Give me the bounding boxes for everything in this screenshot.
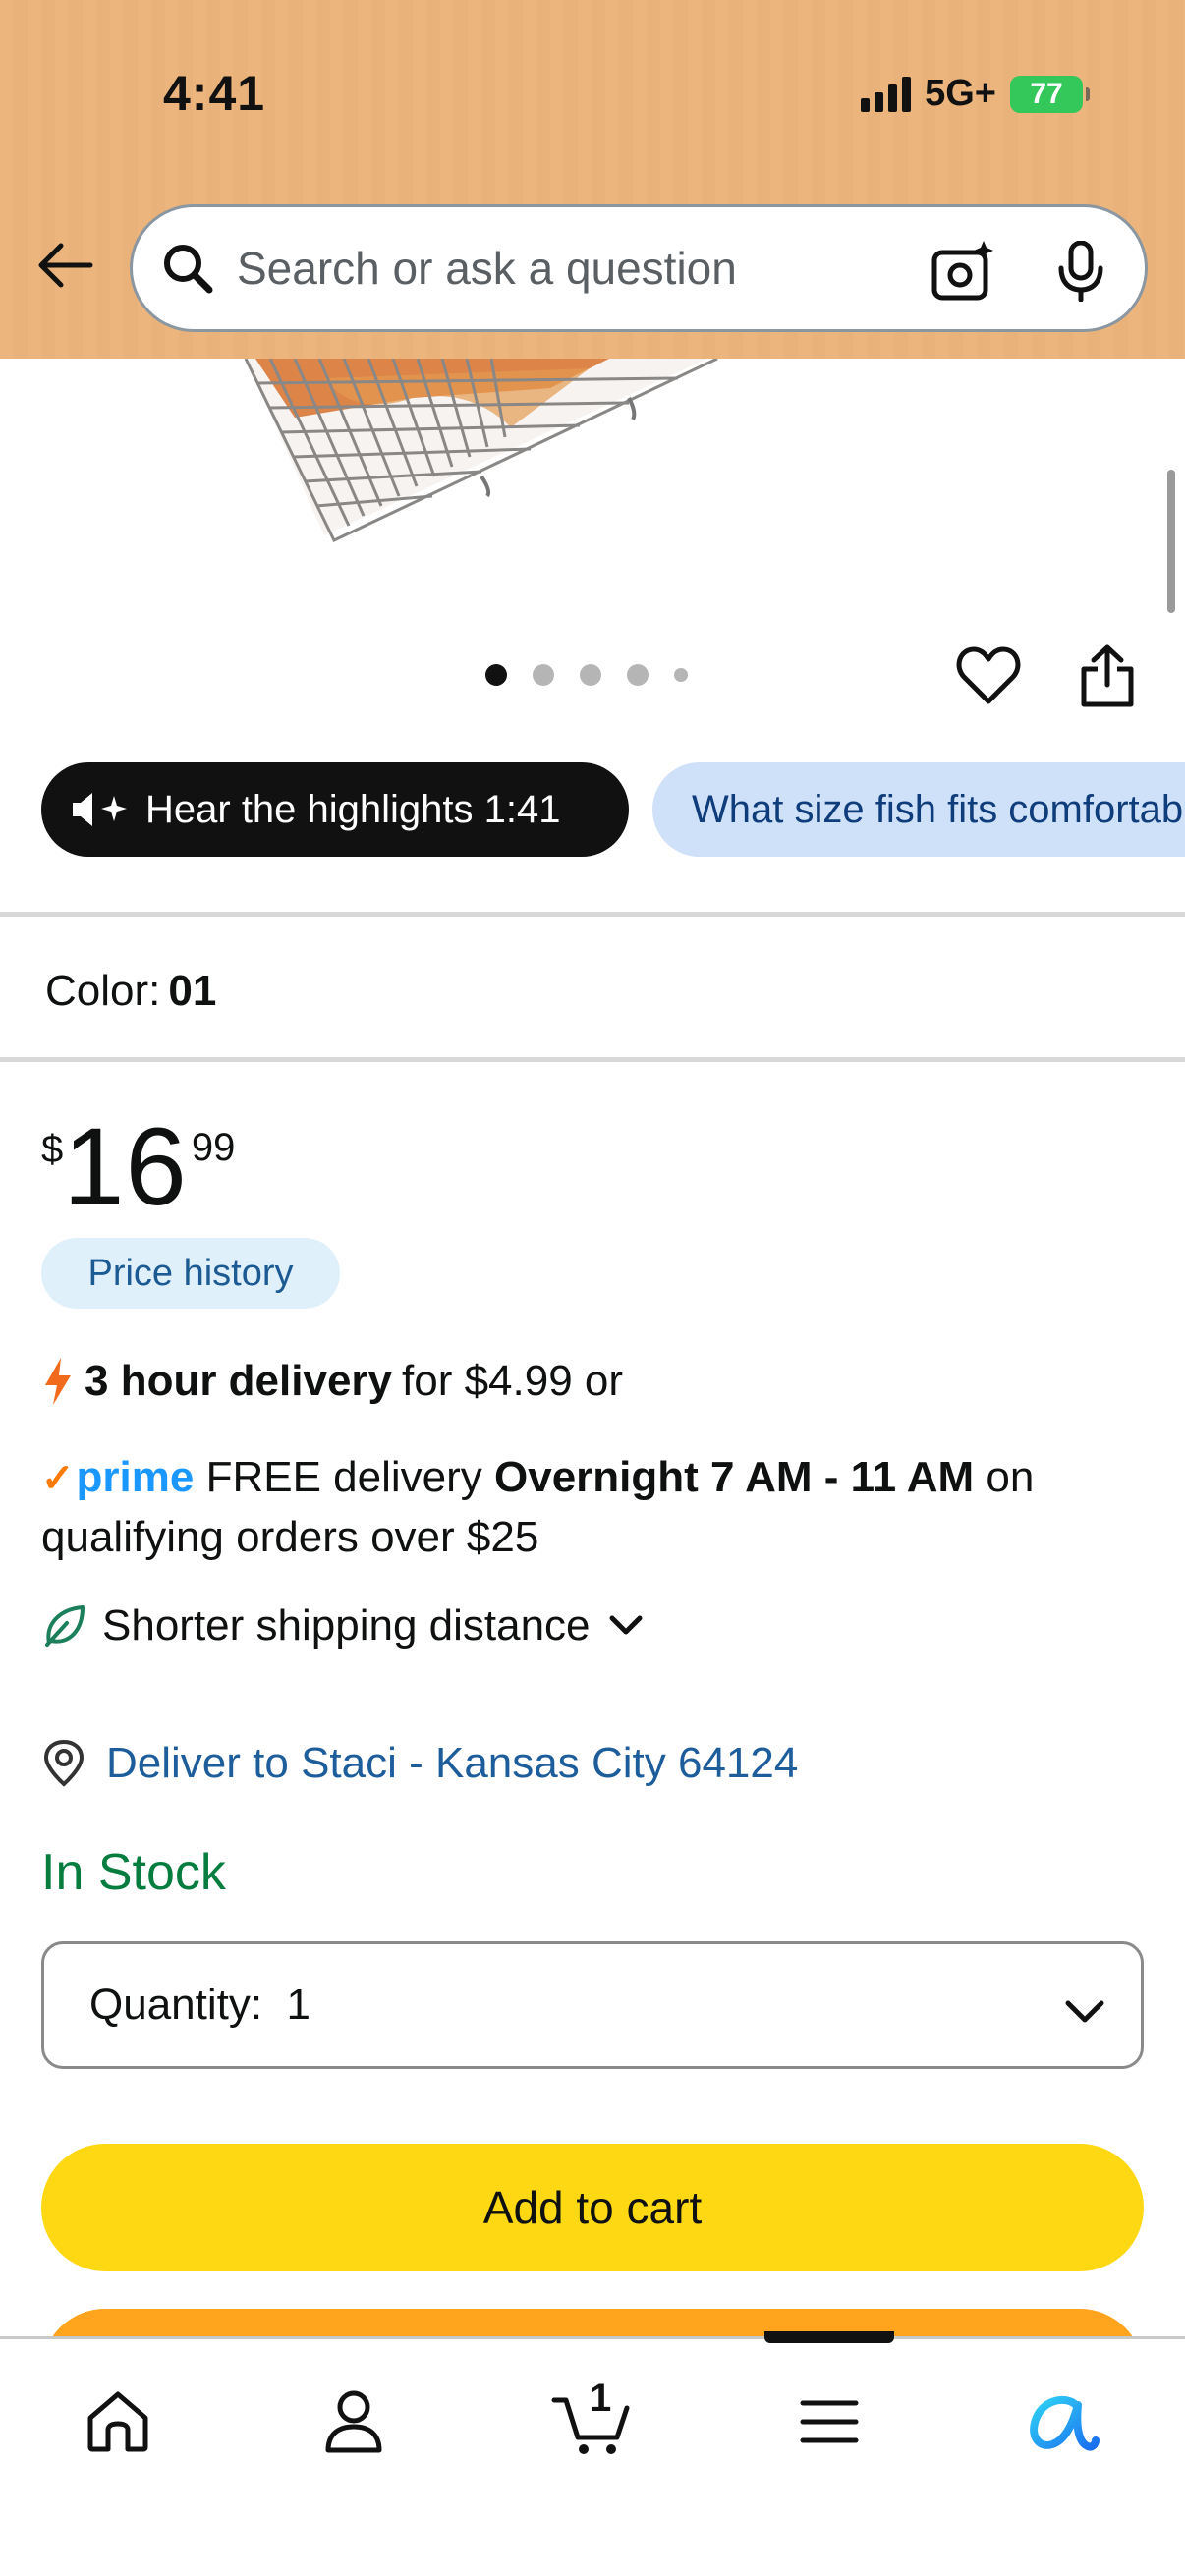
divider <box>0 912 1185 917</box>
search-bar[interactable] <box>130 204 1148 332</box>
menu-icon <box>800 2400 859 2443</box>
heart-icon <box>956 646 1021 704</box>
prime-delivery-text: FREE delivery <box>205 1453 482 1501</box>
stock-status: In Stock <box>41 1844 226 1901</box>
highlights-chips: Hear the highlights 1:41 What size fish … <box>41 762 1185 859</box>
status-indicators: 5G+ 77 <box>861 73 1090 115</box>
image-dot[interactable] <box>674 668 688 682</box>
nav-account[interactable] <box>307 2375 401 2469</box>
chevron-down-icon <box>1064 1988 1105 2037</box>
prime-delivery-info: ✓ prime FREE delivery Overnight 7 AM - 11… <box>41 1448 1152 1567</box>
scrollbar[interactable] <box>1167 470 1175 613</box>
prime-logo-text: prime <box>76 1453 195 1501</box>
fast-delivery-title: 3 hour delivery <box>85 1357 393 1405</box>
share-icon <box>1081 644 1134 707</box>
product-image[interactable] <box>0 359 1185 594</box>
price-whole: 16 <box>63 1105 188 1228</box>
price-history-label: Price history <box>87 1252 294 1294</box>
shipping-distance-toggle[interactable]: Shorter shipping distance <box>41 1601 644 1651</box>
price-fraction: 99 <box>191 1126 236 1169</box>
camera-sparkle-icon <box>931 241 993 301</box>
search-icon <box>158 239 217 298</box>
image-pagination[interactable] <box>485 664 688 686</box>
location-pin-icon <box>41 1739 86 1788</box>
ai-assistant-icon <box>1030 2395 1100 2451</box>
voice-search-button[interactable] <box>1046 237 1115 306</box>
search-input[interactable] <box>237 242 846 295</box>
color-selector[interactable]: Color: 01 <box>45 967 216 1016</box>
prime-delivery-window: Overnight 7 AM - 11 AM <box>494 1453 975 1501</box>
nav-rufus-assistant[interactable] <box>1016 2375 1110 2469</box>
color-label: Color: <box>45 967 161 1015</box>
back-button[interactable] <box>33 234 96 297</box>
image-dot[interactable] <box>533 664 554 686</box>
quantity-value: 1 <box>286 1981 311 2029</box>
add-to-cart-label: Add to cart <box>482 2182 703 2233</box>
hear-highlights-label: Hear the highlights 1:41 <box>145 787 561 831</box>
deliver-to-link[interactable]: Deliver to Staci - Kansas City 64124 <box>41 1739 798 1788</box>
chevron-down-icon <box>608 1614 644 1638</box>
suggested-question-label: What size fish fits comfortably <box>692 787 1185 831</box>
signal-icon <box>861 76 912 112</box>
image-dot[interactable] <box>580 664 601 686</box>
battery-icon: 77 <box>1010 75 1090 113</box>
home-icon <box>87 2391 148 2452</box>
nav-cart[interactable]: 1 <box>544 2375 639 2469</box>
nav-home[interactable] <box>71 2375 165 2469</box>
active-tab-indicator <box>764 2331 894 2343</box>
network-type: 5G+ <box>925 73 996 114</box>
leaf-icon <box>41 1603 86 1649</box>
battery-level: 77 <box>1030 77 1063 110</box>
add-to-cart-button[interactable]: Add to cart <box>41 2144 1144 2271</box>
deliver-to-label: Deliver to Staci - Kansas City 64124 <box>106 1739 799 1787</box>
image-dot[interactable] <box>485 664 507 686</box>
user-icon <box>325 2390 382 2453</box>
fast-delivery-price: for $4.99 or <box>402 1357 624 1405</box>
fast-delivery-info: 3 hour delivery for $4.99 or <box>41 1356 623 1407</box>
share-button[interactable] <box>1073 639 1142 713</box>
lightning-icon <box>41 1356 75 1407</box>
divider <box>0 1057 1185 1062</box>
bottom-navigation: 1 <box>0 2331 1185 2576</box>
image-dot[interactable] <box>627 664 649 686</box>
arrow-left-icon <box>38 243 93 288</box>
wishlist-button[interactable] <box>951 641 1026 711</box>
price-currency: $ <box>41 1128 64 1171</box>
color-value: 01 <box>168 967 217 1015</box>
camera-search-button[interactable] <box>929 237 997 306</box>
price-history-button[interactable]: Price history <box>41 1238 340 1309</box>
quantity-label: Quantity: <box>89 1981 263 2029</box>
suggested-question-chip[interactable]: What size fish fits comfortably <box>652 762 1185 857</box>
speaker-sparkle-icon <box>69 790 130 829</box>
shipping-distance-label: Shorter shipping distance <box>102 1601 591 1650</box>
check-icon: ✓ <box>41 1457 75 1500</box>
microphone-icon <box>1058 241 1103 302</box>
header: 4:41 5G+ 77 <box>0 0 1185 359</box>
status-time: 4:41 <box>163 66 266 121</box>
price: $ 16 99 <box>41 1112 235 1222</box>
quantity-selector[interactable]: Quantity: 1 <box>41 1941 1144 2069</box>
prime-logo: ✓ prime <box>41 1448 194 1508</box>
nav-menu[interactable] <box>782 2375 876 2469</box>
cart-count-badge: 1 <box>590 2377 612 2420</box>
hear-highlights-button[interactable]: Hear the highlights 1:41 <box>41 762 629 857</box>
